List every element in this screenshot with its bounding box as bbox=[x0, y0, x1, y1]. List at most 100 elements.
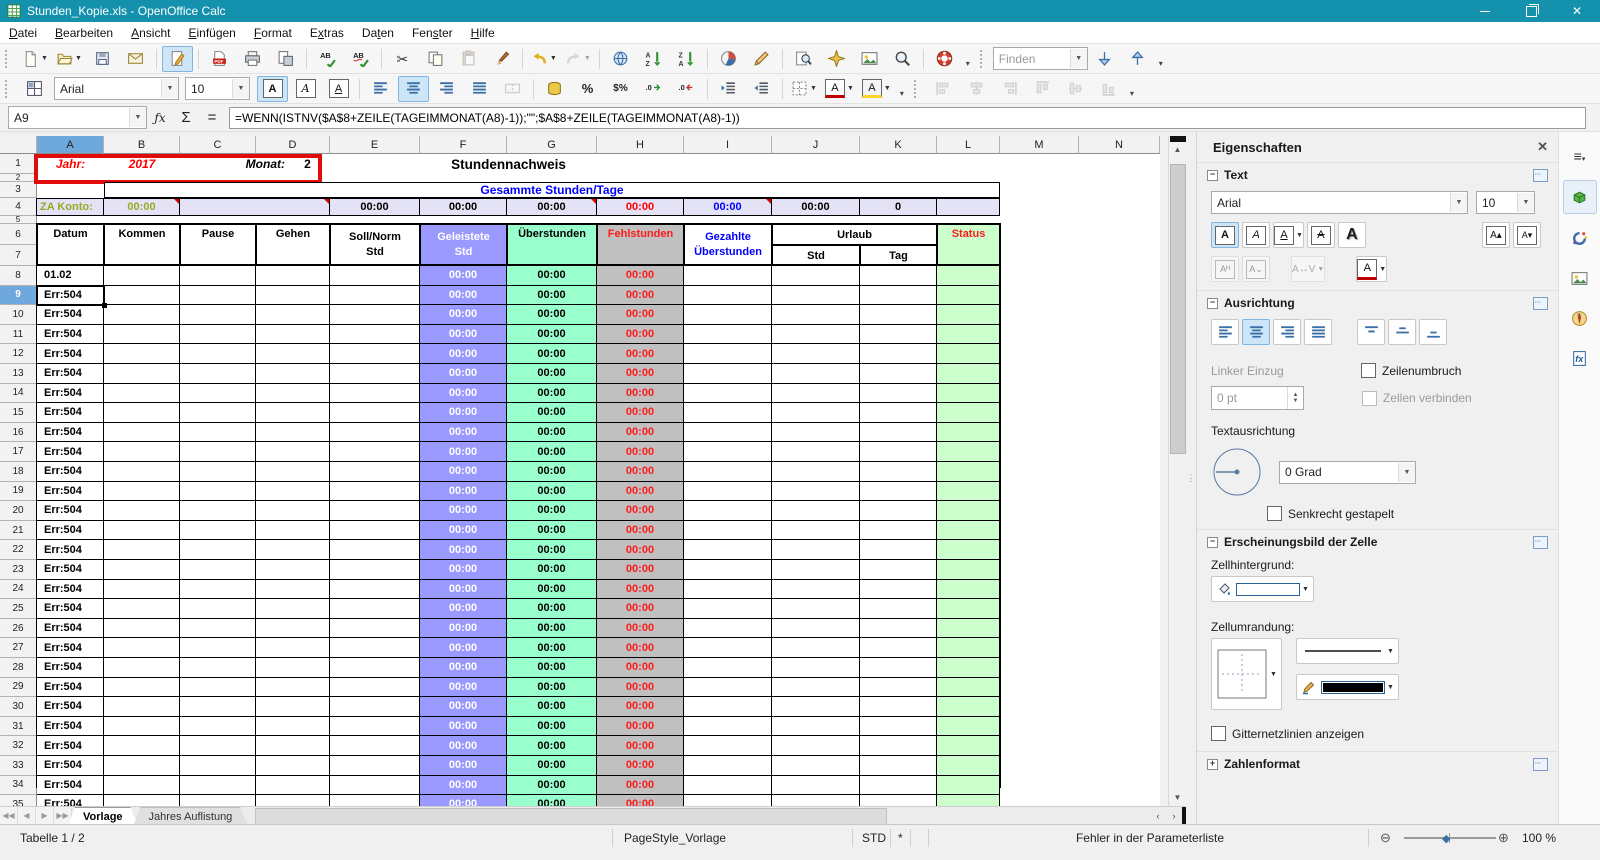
sidebar-properties-tab[interactable] bbox=[1562, 180, 1597, 214]
cell[interactable] bbox=[256, 403, 330, 423]
cell[interactable] bbox=[937, 658, 1000, 678]
cell[interactable]: Err:504 bbox=[37, 658, 104, 678]
cell[interactable]: Err:504 bbox=[37, 716, 104, 737]
close-icon[interactable]: ✕ bbox=[1537, 139, 1548, 155]
column-header-N[interactable]: N bbox=[1079, 136, 1160, 154]
chevron-down-icon[interactable]: ▼ bbox=[847, 85, 854, 92]
toolbar-drag-handle[interactable] bbox=[5, 49, 14, 68]
cell[interactable]: 00:00 bbox=[507, 540, 597, 560]
cell[interactable] bbox=[772, 403, 860, 423]
cell[interactable] bbox=[772, 638, 860, 658]
navigator-button[interactable] bbox=[821, 46, 852, 72]
sidebar-font-color-button[interactable]: A ▼ bbox=[1356, 256, 1388, 282]
dialog-launcher-icon[interactable] bbox=[1533, 757, 1548, 771]
dialog-launcher-icon[interactable] bbox=[1533, 535, 1548, 549]
find-replace-button[interactable] bbox=[788, 46, 819, 72]
cell-background-color-button[interactable]: ▼ bbox=[1211, 576, 1314, 602]
undo-button[interactable]: ▼ bbox=[528, 46, 560, 72]
align-left-button[interactable] bbox=[1211, 319, 1239, 345]
cell[interactable]: 00:00 bbox=[597, 266, 684, 286]
cell[interactable]: 00:00 bbox=[420, 285, 507, 306]
row-header-3[interactable]: 3 bbox=[0, 182, 37, 198]
cell[interactable] bbox=[180, 266, 256, 286]
align-center-button[interactable] bbox=[1242, 319, 1270, 345]
cell[interactable] bbox=[937, 403, 1000, 423]
cell[interactable]: 00:00 bbox=[420, 198, 507, 216]
cell[interactable]: 00:00 bbox=[507, 324, 597, 345]
cell[interactable] bbox=[860, 442, 937, 462]
zoom-button[interactable] bbox=[887, 46, 918, 72]
grid-window-button[interactable] bbox=[19, 76, 50, 102]
chevron-down-icon[interactable]: ▼ bbox=[1069, 49, 1087, 68]
menu-format[interactable]: Format bbox=[245, 23, 301, 43]
cell[interactable] bbox=[684, 285, 772, 306]
cell[interactable] bbox=[330, 344, 420, 364]
cell[interactable] bbox=[937, 285, 1000, 306]
row-header-12[interactable]: 12 bbox=[0, 344, 37, 364]
cell[interactable] bbox=[330, 364, 420, 384]
cell[interactable] bbox=[104, 324, 180, 345]
column-header-E[interactable]: E bbox=[330, 136, 420, 154]
cell[interactable]: Err:504 bbox=[37, 305, 104, 325]
row-header-11[interactable]: 11 bbox=[0, 324, 37, 345]
cell[interactable]: Err:504 bbox=[37, 618, 104, 639]
cell[interactable] bbox=[860, 618, 937, 639]
row-header-4[interactable]: 4 bbox=[0, 198, 37, 216]
align-right-button[interactable] bbox=[431, 76, 462, 102]
cell[interactable]: Err:504 bbox=[37, 501, 104, 521]
borders-button[interactable]: ▼ bbox=[788, 76, 820, 102]
sidebar-functions-tab[interactable]: fx bbox=[1564, 342, 1596, 374]
obj-align-left-button[interactable] bbox=[928, 76, 959, 102]
section-number-format-header[interactable]: + Zahlenformat bbox=[1197, 751, 1558, 776]
cell[interactable]: Err:504 bbox=[37, 599, 104, 619]
cell[interactable]: 00:00 bbox=[597, 677, 684, 698]
column-header-L[interactable]: L bbox=[937, 136, 1000, 154]
sort-descending-button[interactable]: ZA bbox=[671, 46, 702, 72]
bold-button[interactable]: A bbox=[1211, 222, 1239, 248]
cell[interactable] bbox=[684, 775, 772, 796]
cell[interactable]: 00:00 bbox=[597, 520, 684, 541]
collapse-icon[interactable]: − bbox=[1207, 536, 1218, 548]
cell[interactable] bbox=[860, 403, 937, 423]
cell[interactable]: 00:00 bbox=[420, 383, 507, 404]
insert-mode-label[interactable]: STD bbox=[862, 831, 886, 845]
cell[interactable] bbox=[330, 697, 420, 717]
cell[interactable]: 00:00 bbox=[597, 756, 684, 776]
cell[interactable] bbox=[256, 285, 330, 306]
cell[interactable] bbox=[330, 677, 420, 698]
cell[interactable] bbox=[772, 795, 860, 806]
cell[interactable] bbox=[180, 716, 256, 737]
sort-ascending-button[interactable]: AZ bbox=[638, 46, 669, 72]
rotation-degrees-select[interactable]: 0 Grad ▼ bbox=[1279, 460, 1416, 484]
cell[interactable] bbox=[180, 422, 256, 443]
sidebar-styles-tab[interactable] bbox=[1564, 222, 1596, 254]
row-header-24[interactable]: 24 bbox=[0, 579, 37, 600]
horizontal-scroll-thumb[interactable] bbox=[255, 808, 888, 825]
redo-button[interactable]: ▼ bbox=[562, 46, 594, 72]
cell[interactable]: 00:00 bbox=[420, 775, 507, 796]
currency-button[interactable] bbox=[539, 76, 570, 102]
hyperlink-button[interactable] bbox=[605, 46, 636, 72]
cell[interactable]: 00:00 bbox=[597, 775, 684, 796]
previous-sheet-icon[interactable]: ◀ bbox=[18, 807, 36, 824]
zoom-slider-thumb[interactable]: ◆ bbox=[1442, 832, 1450, 845]
cell[interactable] bbox=[256, 266, 330, 286]
maximize-button[interactable] bbox=[1508, 0, 1554, 22]
cell[interactable] bbox=[330, 775, 420, 796]
zoom-in-icon[interactable]: ⊕ bbox=[1498, 830, 1509, 846]
cell[interactable]: 00:00 bbox=[507, 736, 597, 756]
cell[interactable]: 00:00 bbox=[420, 481, 507, 502]
row-header-1[interactable]: 1 bbox=[0, 154, 37, 174]
table-header-cell[interactable]: Fehlstunden bbox=[597, 224, 684, 266]
column-header-I[interactable]: I bbox=[684, 136, 772, 154]
cell[interactable]: 00:00 bbox=[507, 599, 597, 619]
border-color-button[interactable]: ▼ bbox=[1295, 674, 1399, 700]
italic-button[interactable]: A bbox=[1242, 222, 1270, 248]
decrease-font-button[interactable]: A▾ bbox=[1513, 222, 1541, 248]
cell[interactable]: Jahr: bbox=[37, 154, 104, 174]
cell[interactable]: 00:00 bbox=[507, 795, 597, 806]
vertical-scroll-thumb[interactable] bbox=[1170, 164, 1186, 454]
cell[interactable] bbox=[937, 599, 1000, 619]
cell[interactable]: 00:00 bbox=[507, 266, 597, 286]
cell[interactable]: 00:00 bbox=[420, 638, 507, 658]
